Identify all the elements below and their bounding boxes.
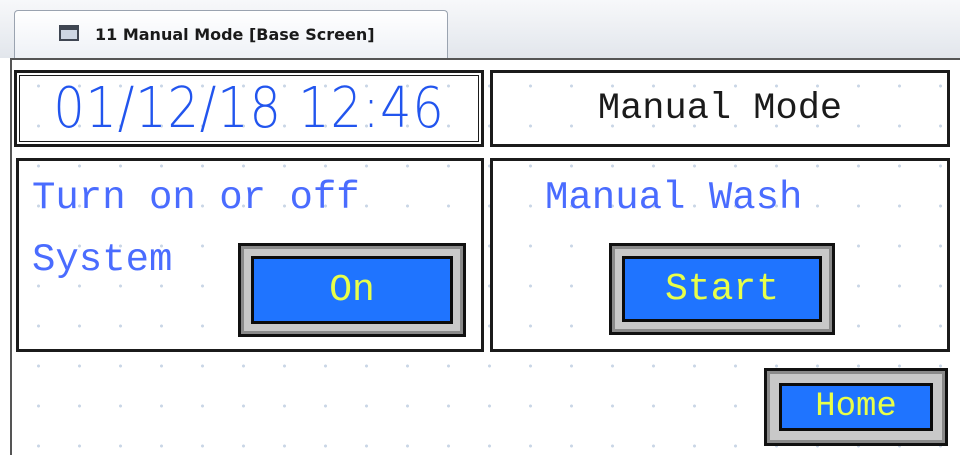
tab-strip: 11 Manual Mode [Base Screen] [0,0,960,59]
datetime-display: 01/12/18 12:46 [14,70,484,147]
system-on-button-label: On [329,268,375,312]
home-button-label: Home [815,388,897,426]
title-panel: Manual Mode [490,70,950,147]
manual-wash-start-button-face[interactable]: Start [622,256,822,322]
datetime-text: 01/12/18 12:46 [53,76,445,141]
system-on-button[interactable]: On [238,243,466,337]
window-icon [59,25,79,41]
tab-manual-mode[interactable]: 11 Manual Mode [Base Screen] [14,10,448,59]
manual-wash-start-button[interactable]: Start [609,243,835,335]
home-button[interactable]: Home [764,368,948,446]
tab-label: 11 Manual Mode [Base Screen] [95,25,375,44]
system-label-line2: System [32,238,173,282]
home-button-face[interactable]: Home [779,383,933,431]
manual-wash-label: Manual Wash [545,176,803,220]
system-label-line1: Turn on or off [32,176,360,220]
manual-wash-start-button-label: Start [664,267,780,311]
system-on-button-face[interactable]: On [251,256,453,324]
page-title: Manual Mode [597,87,843,130]
